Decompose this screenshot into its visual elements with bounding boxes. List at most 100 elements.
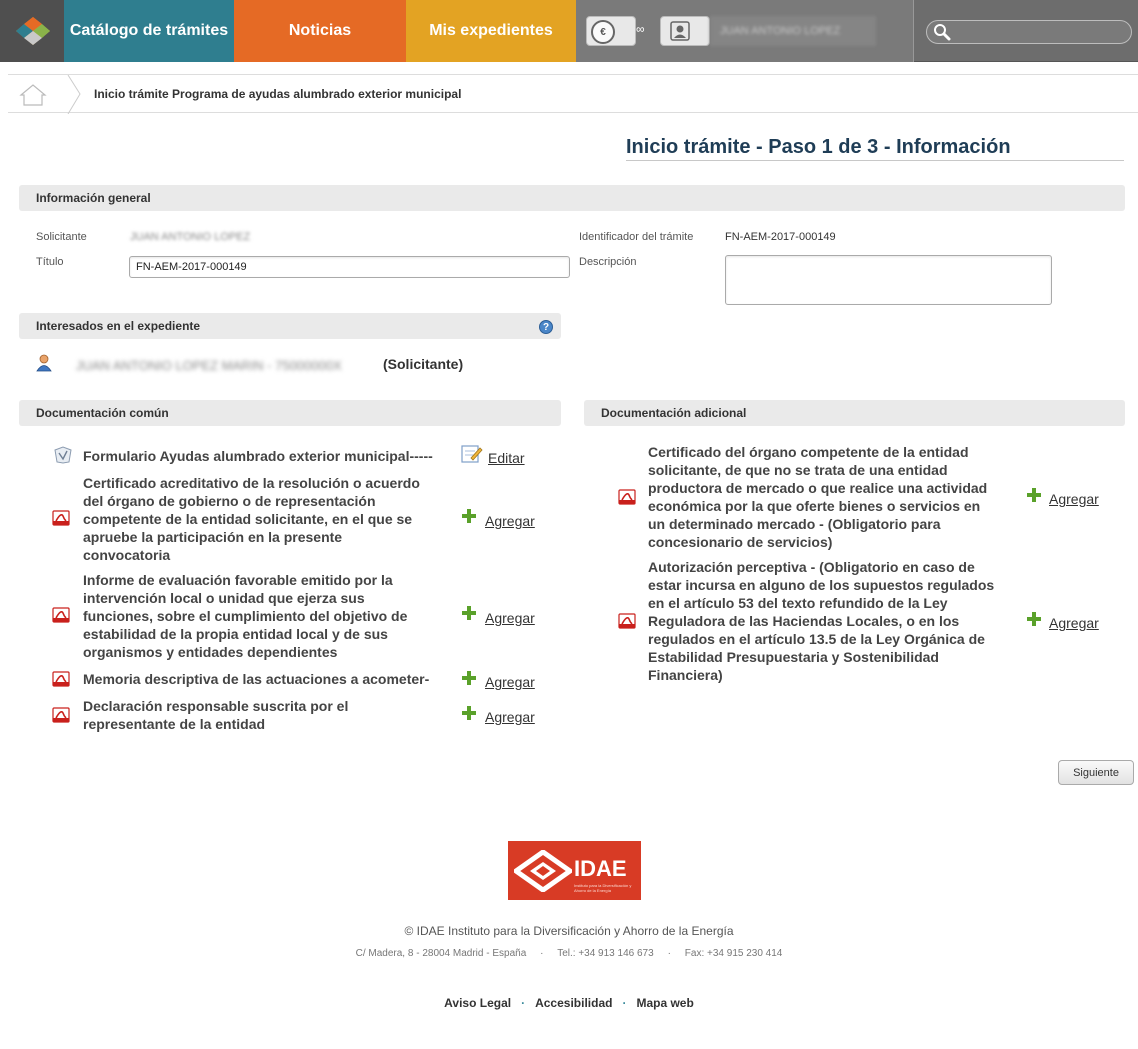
certificate-icon: €	[591, 20, 615, 44]
pdf-icon	[52, 671, 70, 687]
doc-line: Financiera)	[648, 667, 723, 683]
aviso-legal-link[interactable]: Aviso Legal	[444, 996, 511, 1010]
separator-dot: ·	[521, 996, 526, 1010]
search-input[interactable]	[957, 23, 1127, 41]
editar-link[interactable]: Editar	[488, 450, 525, 466]
agregar-link[interactable]: Agregar	[485, 709, 535, 725]
user-icon	[670, 21, 690, 41]
doc-line: apruebe la participación en la presente	[83, 529, 343, 545]
edit-icon[interactable]	[461, 444, 483, 464]
tab-noticias[interactable]: Noticias	[234, 0, 406, 62]
doc-line: del órgano de gobierno o de representaci…	[83, 493, 376, 509]
pdf-icon	[52, 607, 70, 623]
add-icon[interactable]	[461, 605, 477, 621]
pdf-icon	[618, 613, 636, 629]
person-icon	[36, 354, 52, 372]
idae-logo-text: IDAE	[574, 856, 627, 881]
doc-line: Estabilidad Presupuestaria y Sostenibili…	[648, 649, 939, 665]
user-profile-button[interactable]	[660, 16, 710, 46]
add-icon[interactable]	[1026, 487, 1042, 503]
agregar-link[interactable]: Agregar	[485, 513, 535, 529]
add-icon[interactable]	[461, 508, 477, 524]
doc-line: Declaración responsable suscrita por el	[83, 698, 349, 714]
footer-address: C/ Madera, 8 - 28004 Madrid - España · T…	[355, 948, 783, 959]
doc-line: Autorización perceptiva - (Obligatorio e…	[648, 559, 975, 575]
logo-icon	[16, 17, 50, 45]
doc-line: Reguladora de las Haciendas Locales, o e…	[648, 613, 960, 629]
breadcrumb-separator	[67, 75, 81, 114]
tab-catalogo-tramites[interactable]: Catálogo de trámites	[64, 0, 234, 62]
tab-mis-expedientes[interactable]: Mis expedientes	[406, 0, 576, 62]
form-icon	[54, 446, 72, 464]
home-icon[interactable]	[18, 83, 48, 107]
doc-line: regulados en el artículo 13.5 de la Ley …	[648, 631, 985, 647]
interesado-role: (Solicitante)	[383, 356, 464, 372]
help-icon[interactable]: ?	[539, 320, 553, 334]
doc-comun-3: Memoria descriptiva de las actuaciones a…	[83, 670, 429, 688]
doc-line: estar incursa en alguno de los supuestos…	[648, 577, 995, 593]
mapa-web-link[interactable]: Mapa web	[636, 996, 693, 1010]
interesado-name: JUAN ANTONIO LOPEZ MARIN - 75000000X	[76, 358, 342, 373]
footer-copyright: © IDAE Instituto para la Diversificación…	[404, 924, 734, 938]
doc-line: Formulario Ayudas alumbrado exterior mun…	[83, 448, 433, 464]
solicitante-label: Solicitante	[36, 231, 87, 243]
separator-dot: ·	[622, 996, 627, 1010]
user-area: € ∞ JUAN ANTONIO LOPEZ	[576, 0, 914, 62]
solicitante-value: JUAN ANTONIO LOPEZ	[130, 231, 251, 243]
titulo-field[interactable]	[129, 256, 570, 278]
identificador-label: Identificador del trámite	[579, 231, 694, 243]
doc-comun-4: Declaración responsable suscrita por el …	[83, 697, 348, 733]
doc-line: productora de mercado o que realice una …	[648, 480, 988, 496]
pdf-icon	[52, 707, 70, 723]
doc-line: Certificado del órgano competente de la …	[648, 444, 969, 460]
doc-line: intervención local o unidad que ejerza s…	[83, 590, 365, 606]
doc-line: competente de la entidad solicitante, en…	[83, 511, 413, 527]
certificate-button[interactable]: €	[586, 16, 636, 46]
section-documentacion-adicional: Documentación adicional	[584, 400, 1125, 426]
add-icon[interactable]	[1026, 611, 1042, 627]
search-icon	[934, 24, 951, 41]
pdf-icon	[52, 510, 70, 526]
siguiente-button[interactable]: Siguiente	[1058, 760, 1134, 785]
titulo-label: Título	[36, 256, 64, 268]
section-informacion-general: Información general	[19, 185, 1125, 211]
add-icon[interactable]	[461, 670, 477, 686]
page-title: Inicio trámite - Paso 1 de 3 - Informaci…	[626, 136, 1011, 158]
user-name: JUAN ANTONIO LOPEZ	[710, 16, 876, 46]
doc-line: Memoria descriptiva de las actuaciones a…	[83, 671, 430, 687]
doc-line: solicitante, de que no se trata de una e…	[648, 462, 948, 478]
section-documentacion-comun: Documentación común	[19, 400, 561, 426]
agregar-link[interactable]: Agregar	[485, 610, 535, 626]
doc-line: económica por la que oferte bienes o ser…	[648, 498, 981, 514]
search-box[interactable]	[926, 20, 1132, 44]
doc-line: estabilidad de la propia entidad local y…	[83, 626, 388, 642]
doc-comun-2: Informe de evaluación favorable emitido …	[83, 571, 407, 661]
doc-line: convocatoria	[83, 547, 171, 563]
agregar-link[interactable]: Agregar	[1049, 615, 1099, 631]
idae-logo-subtext: Instituto para la Diversificación y Ahor…	[574, 883, 632, 893]
agregar-link[interactable]: Agregar	[485, 674, 535, 690]
pdf-icon	[618, 489, 636, 505]
accesibilidad-link[interactable]: Accesibilidad	[535, 996, 612, 1010]
doc-line: funciones, sobre el cumplimiento del obj…	[83, 608, 408, 624]
doc-adicional-1: Autorización perceptiva - (Obligatorio e…	[648, 558, 994, 684]
add-icon[interactable]	[461, 705, 477, 721]
doc-comun-0: Formulario Ayudas alumbrado exterior mun…	[83, 447, 433, 465]
link-icon: ∞	[636, 22, 645, 36]
descripcion-label: Descripción	[579, 256, 637, 268]
doc-adicional-0: Certificado del órgano competente de la …	[648, 443, 987, 551]
site-logo[interactable]	[0, 0, 64, 62]
doc-line: un determinado mercado - (Obligatorio pa…	[648, 516, 941, 532]
title-divider	[626, 160, 1124, 161]
identificador-value: FN-AEM-2017-000149	[725, 231, 836, 243]
agregar-link[interactable]: Agregar	[1049, 491, 1099, 507]
idae-logo-icon	[514, 850, 572, 892]
breadcrumb: Inicio trámite Programa de ayudas alumbr…	[8, 74, 1138, 114]
doc-line: Informe de evaluación favorable emitido …	[83, 572, 393, 588]
doc-line: en el artículo 53 del texto refundido de…	[648, 595, 948, 611]
doc-line: concesionario de servicios)	[648, 534, 833, 550]
breadcrumb-current: Inicio trámite Programa de ayudas alumbr…	[94, 87, 462, 101]
top-navigation-bar: Catálogo de trámites Noticias Mis expedi…	[0, 0, 1138, 62]
descripcion-field[interactable]	[725, 255, 1052, 305]
doc-line: organismos y entidades dependientes	[83, 644, 338, 660]
